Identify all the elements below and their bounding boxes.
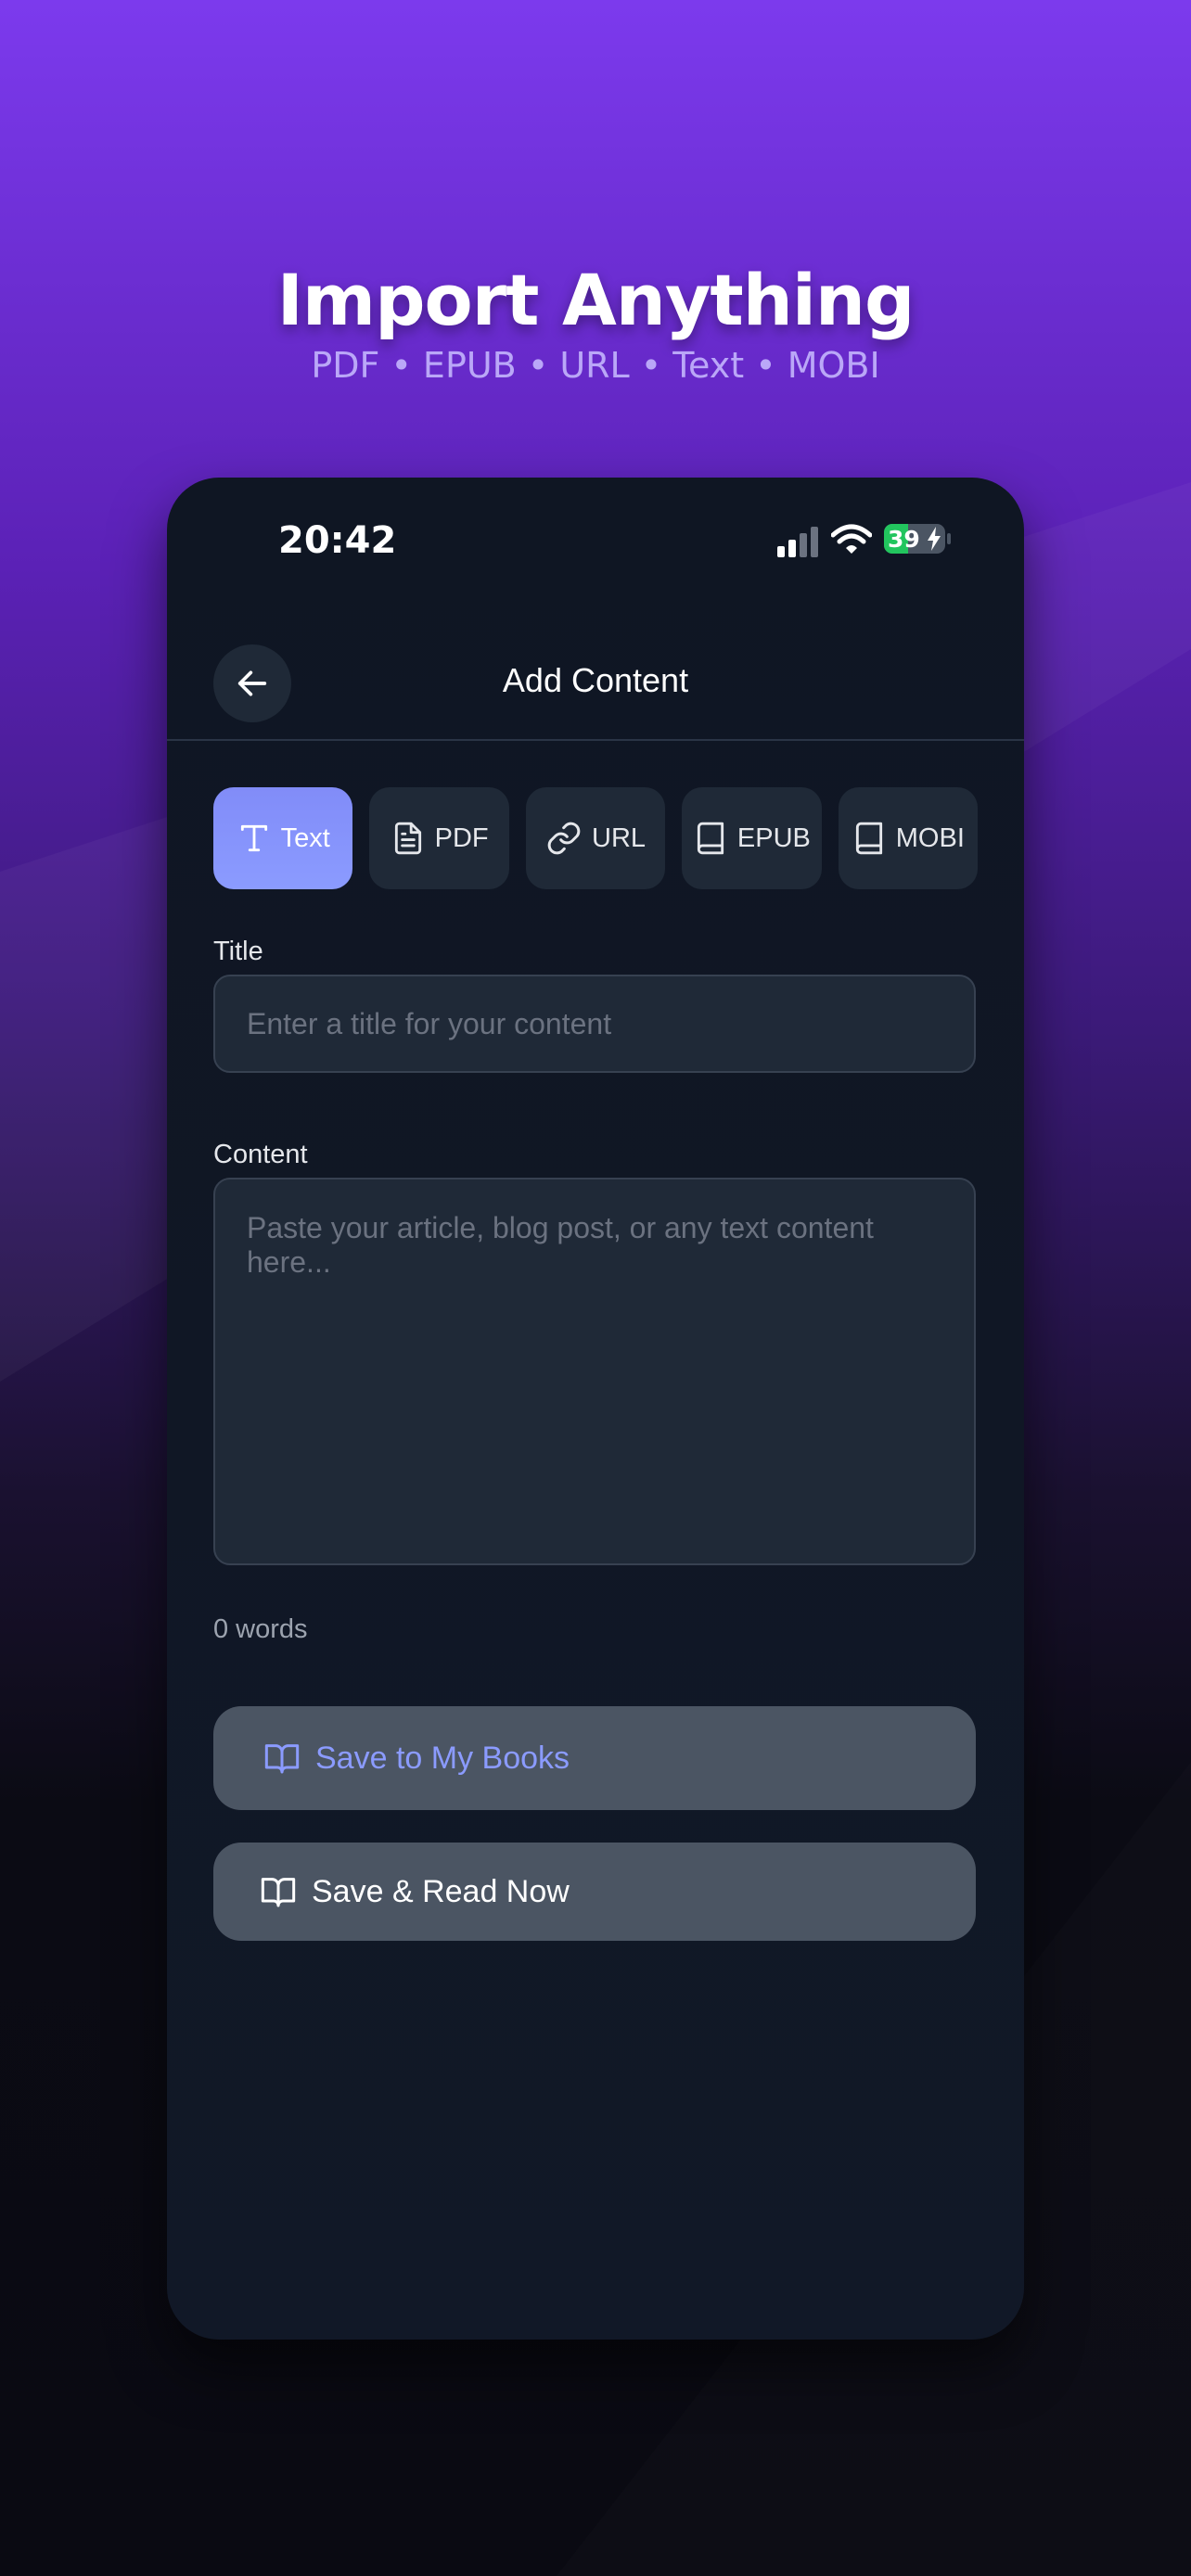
charging-bolt-icon — [928, 527, 941, 551]
title-input[interactable] — [213, 975, 976, 1073]
save-read-button-label: Save & Read Now — [312, 1873, 570, 1909]
phone-screen: 20:42 39 Add Content Text PDF URL EPUB M… — [167, 478, 1024, 2340]
save-to-my-books-button[interactable]: Save to My Books — [213, 1706, 976, 1810]
hero-subtitle: PDF • EPUB • URL • Text • MOBI — [311, 344, 880, 386]
status-time: 20:42 — [278, 519, 397, 562]
hero-header: Import Anything PDF • EPUB • URL • Text … — [0, 261, 1191, 386]
content-label: Content — [213, 1140, 308, 1169]
tab-mobi[interactable]: MOBI — [838, 787, 979, 889]
nav-bar: Add Content — [167, 626, 1024, 741]
tab-url[interactable]: URL — [525, 787, 666, 889]
save-button-label: Save to My Books — [315, 1740, 570, 1776]
link-icon — [547, 822, 581, 855]
book-open-icon — [261, 1878, 296, 1907]
tab-label: MOBI — [895, 823, 965, 853]
book-icon — [697, 822, 724, 855]
tab-label: EPUB — [736, 823, 811, 853]
battery-level: 39 — [888, 526, 920, 553]
content-textarea[interactable] — [213, 1178, 976, 1565]
content-type-tabs: Text PDF URL EPUB MOBI — [213, 787, 979, 889]
tab-label: Text — [280, 823, 330, 853]
battery-cap — [947, 533, 951, 544]
tab-epub[interactable]: EPUB — [682, 787, 822, 889]
word-count: 0 words — [213, 1614, 308, 1644]
tab-label: PDF — [434, 823, 489, 853]
tab-pdf[interactable]: PDF — [369, 787, 509, 889]
page-title: Add Content — [502, 661, 689, 699]
tab-label: URL — [592, 823, 647, 853]
text-type-icon — [240, 824, 267, 852]
file-document-icon — [394, 822, 421, 855]
book-open-icon — [264, 1744, 300, 1774]
wifi-icon — [831, 524, 872, 554]
book-icon — [855, 822, 882, 855]
title-label: Title — [213, 937, 263, 966]
hero-title: Import Anything — [276, 259, 916, 341]
status-bar: 20:42 39 — [167, 478, 1024, 598]
cellular-signal-icon — [777, 527, 818, 557]
save-and-read-now-button[interactable]: Save & Read Now — [213, 1843, 976, 1941]
battery-indicator: 39 — [884, 524, 945, 554]
tab-text[interactable]: Text — [213, 787, 353, 889]
